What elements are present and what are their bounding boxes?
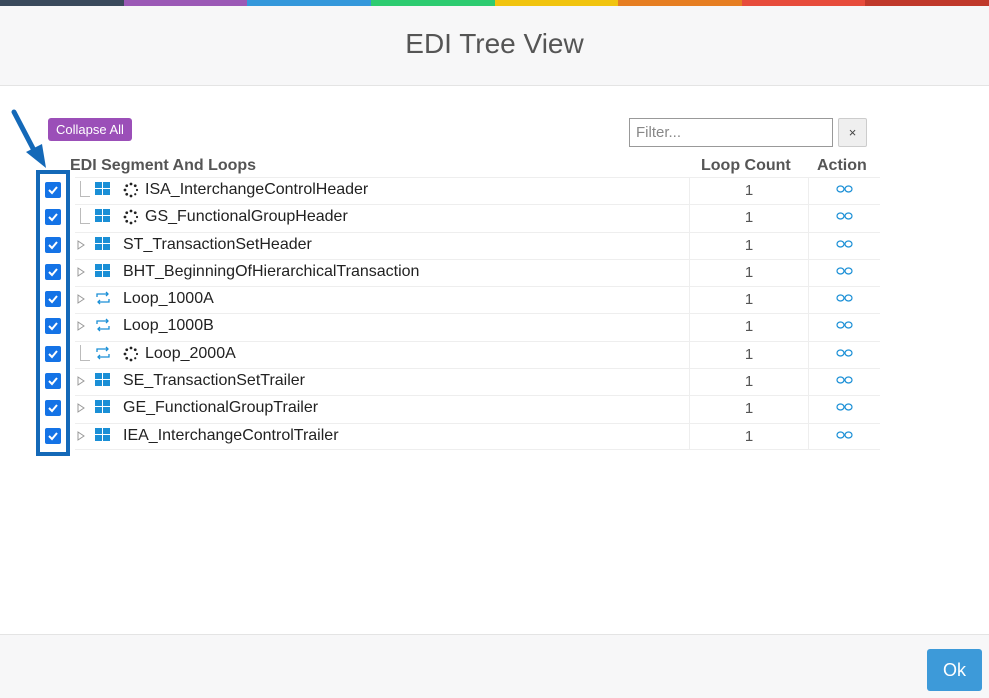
row-label: SE_TransactionSetTrailer — [123, 372, 305, 390]
segment-icon — [95, 427, 110, 441]
column-divider — [808, 422, 809, 450]
loading-spinner-icon — [123, 182, 139, 198]
row-loop-count: 1 — [744, 236, 754, 254]
row-loop-count: 1 — [744, 427, 754, 445]
view-link-icon[interactable] — [836, 376, 853, 384]
tree-row[interactable]: ISA_InterchangeControlHeader 1 — [0, 177, 989, 205]
column-header-loop-count: Loop Count — [701, 157, 791, 174]
column-header-segment: EDI Segment And Loops — [70, 157, 257, 174]
view-link-icon[interactable] — [836, 403, 853, 411]
dialog-header: EDI Tree View — [0, 6, 989, 86]
view-link-icon[interactable] — [836, 431, 853, 439]
tree-row[interactable]: GS_FunctionalGroupHeader 1 — [0, 204, 989, 232]
tree-connector-line — [80, 208, 90, 225]
tree-connector-line — [80, 344, 90, 361]
column-divider — [808, 177, 809, 205]
row-loop-count: 1 — [744, 291, 754, 309]
row-label: Loop_1000A — [123, 290, 214, 308]
column-divider — [808, 231, 809, 259]
expand-caret-icon[interactable] — [76, 266, 86, 278]
row-label: GS_FunctionalGroupHeader — [145, 208, 348, 226]
row-label: ISA_InterchangeControlHeader — [145, 181, 369, 198]
column-divider — [808, 395, 809, 423]
row-label: Loop_1000B — [123, 317, 214, 335]
row-label: BHT_BeginningOfHierarchicalTransaction — [123, 262, 420, 280]
filter-input[interactable] — [629, 118, 833, 147]
view-link-icon[interactable] — [836, 294, 853, 302]
row-label: GE_FunctionalGroupTrailer — [123, 399, 319, 417]
row-label: Loop_2000A — [145, 344, 236, 362]
loop-icon — [96, 346, 110, 360]
checkbox-highlight-box — [36, 170, 70, 456]
row-loop-count: 1 — [744, 373, 754, 391]
dialog-footer — [0, 634, 989, 698]
column-divider — [808, 368, 809, 396]
expand-caret-icon[interactable] — [76, 402, 86, 414]
tree-row[interactable]: Loop_1000B 1 — [0, 313, 989, 341]
column-divider — [808, 258, 809, 287]
tree-rows: ISA_InterchangeControlHeader 1 GS_Function… — [0, 177, 989, 450]
segment-icon — [95, 263, 110, 277]
row-loop-count: 1 — [744, 182, 754, 199]
column-divider — [808, 313, 809, 341]
column-header-action: Action — [817, 157, 867, 174]
segment-icon — [95, 209, 110, 223]
expand-caret-icon[interactable] — [76, 320, 86, 332]
tree-row[interactable]: IEA_InterchangeControlTrailer 1 — [0, 422, 989, 450]
row-loop-count: 1 — [744, 209, 754, 227]
arrow-annotation-icon — [11, 109, 46, 168]
view-link-icon[interactable] — [836, 349, 853, 357]
tree-connector-line — [80, 181, 90, 197]
tree-row[interactable]: Loop_1000A 1 — [0, 286, 989, 314]
collapse-all-button[interactable]: Collapse All — [48, 118, 132, 141]
view-link-icon[interactable] — [836, 321, 853, 330]
tree-row[interactable]: ST_TransactionSetHeader 1 — [0, 231, 989, 259]
loading-spinner-icon — [123, 346, 139, 362]
row-label: IEA_InterchangeControlTrailer — [123, 426, 339, 444]
segment-icon — [95, 236, 110, 250]
column-divider — [808, 286, 809, 314]
segment-icon — [95, 373, 110, 387]
row-label: ST_TransactionSetHeader — [123, 235, 312, 253]
dialog-title: EDI Tree View — [405, 28, 584, 59]
expand-caret-icon[interactable] — [76, 293, 86, 305]
tree-row[interactable]: BHT_BeginningOfHierarchicalTransaction 1 — [0, 258, 989, 287]
loop-icon — [96, 319, 110, 332]
row-loop-count: 1 — [744, 318, 754, 336]
column-divider — [808, 204, 809, 232]
clear-filter-button[interactable]: × — [838, 118, 867, 147]
expand-caret-icon[interactable] — [76, 430, 86, 442]
tree-row[interactable]: GE_FunctionalGroupTrailer 1 — [0, 395, 989, 423]
view-link-icon[interactable] — [836, 212, 853, 220]
segment-icon — [95, 400, 110, 414]
row-loop-count: 1 — [744, 345, 754, 363]
expand-caret-icon[interactable] — [76, 375, 86, 387]
row-loop-count: 1 — [744, 400, 754, 418]
view-link-icon[interactable] — [836, 239, 853, 248]
loading-spinner-icon — [123, 209, 139, 225]
view-link-icon[interactable] — [836, 185, 853, 193]
loop-icon — [96, 291, 110, 305]
expand-caret-icon[interactable] — [76, 239, 86, 251]
segment-icon — [95, 182, 110, 195]
view-link-icon[interactable] — [836, 267, 853, 275]
tree-row[interactable]: Loop_2000A 1 — [0, 340, 989, 369]
row-loop-count: 1 — [744, 263, 754, 281]
ok-button[interactable]: Ok — [927, 649, 982, 691]
column-divider — [808, 340, 809, 369]
tree-row[interactable]: SE_TransactionSetTrailer 1 — [0, 368, 989, 396]
